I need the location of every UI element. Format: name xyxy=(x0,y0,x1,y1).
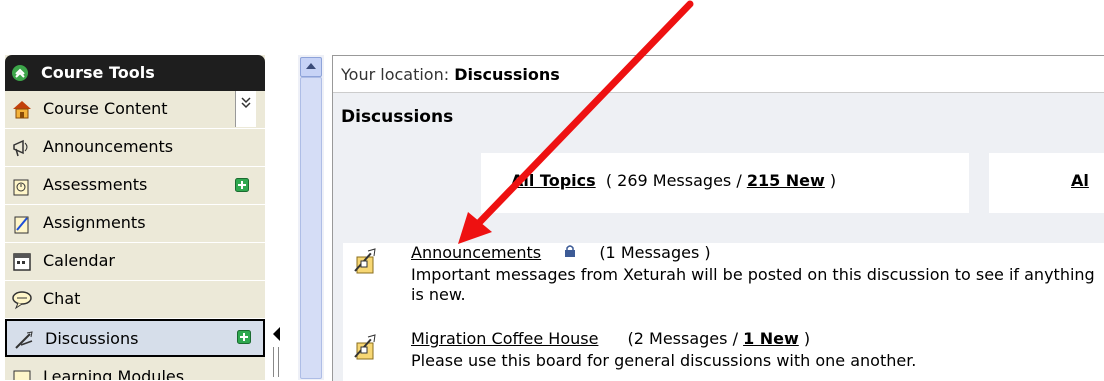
list-item: Migration Coffee House (2 Messages / 1 N… xyxy=(343,329,1104,381)
breadcrumb-prefix: Your location: xyxy=(341,65,450,84)
main-content-panel: Your location: Discussions Discussions A… xyxy=(332,55,1104,381)
vertical-scrollbar[interactable] xyxy=(298,55,324,380)
forum-description: Important messages from Xeturah will be … xyxy=(411,265,1095,304)
all-topics-new-link[interactable]: 215 New xyxy=(747,171,825,190)
sidebar-item-discussions[interactable]: Discussions xyxy=(5,319,265,357)
sidebar-item-learning-modules[interactable]: Learning Modules xyxy=(5,359,265,380)
sidebar-item-assessments[interactable]: Assessments xyxy=(5,167,265,205)
forum-message-count: (2 Messages / xyxy=(627,329,738,348)
module-icon xyxy=(11,367,33,380)
second-summary-tab: Al xyxy=(989,153,1104,213)
sidebar-item-announcements[interactable]: Announcements xyxy=(5,129,265,167)
sidebar-item-assignments[interactable]: Assignments xyxy=(5,205,265,243)
sidebar-item-calendar[interactable]: Calendar xyxy=(5,243,265,281)
all-topics-summary: All Topics ( 269 Messages / 215 New ) xyxy=(481,153,969,213)
scroll-up-button[interactable] xyxy=(300,57,322,77)
collapse-left-arrow-icon[interactable] xyxy=(273,327,280,341)
breadcrumb: Your location: Discussions xyxy=(333,56,1104,93)
second-tab-link[interactable]: Al xyxy=(1071,171,1089,190)
discussions-content: Discussions All Topics ( 269 Messages / … xyxy=(333,93,1104,381)
forum-discussion-icon xyxy=(351,333,379,367)
calendar-icon xyxy=(11,251,33,277)
scroll-thumb[interactable] xyxy=(300,77,322,379)
new-item-badge-icon xyxy=(237,329,251,348)
discussion-icon xyxy=(13,329,35,355)
chat-bubble-icon xyxy=(11,289,33,315)
expand-menu-button[interactable] xyxy=(235,91,256,127)
splitter-grip[interactable] xyxy=(273,347,279,377)
forum-count-close: ) xyxy=(803,329,811,348)
forum-title-link[interactable]: Migration Coffee House xyxy=(411,329,598,348)
megaphone-icon xyxy=(11,137,33,163)
assessment-icon xyxy=(11,175,33,201)
sidebar-item-course-content[interactable]: Course Content xyxy=(5,91,265,129)
course-tools-header[interactable]: Course Tools xyxy=(5,55,265,91)
sidebar-item-chat[interactable]: Chat xyxy=(5,281,265,319)
new-item-badge-icon xyxy=(235,177,249,196)
course-tools-title: Course Tools xyxy=(41,63,155,82)
page-title: Discussions xyxy=(341,107,454,127)
all-topics-link[interactable]: All Topics xyxy=(511,171,596,190)
forum-title-link[interactable]: Announcements xyxy=(411,243,541,262)
home-icon xyxy=(11,99,33,123)
course-tools-sidebar: Course Tools Course Content Announcement… xyxy=(5,55,265,380)
forum-list: Announcements (1 Messages ) Important me… xyxy=(343,243,1104,381)
assignment-icon xyxy=(11,213,33,239)
panel-splitter[interactable] xyxy=(265,55,297,380)
list-item: Announcements (1 Messages ) Important me… xyxy=(343,243,1104,313)
forum-new-link[interactable]: 1 New xyxy=(743,329,799,348)
lock-icon xyxy=(564,243,581,262)
forum-message-count: (1 Messages ) xyxy=(599,243,711,262)
breadcrumb-current: Discussions xyxy=(454,65,560,84)
all-topics-count: ( 269 Messages / xyxy=(605,171,742,190)
forum-description: Please use this board for general discus… xyxy=(411,351,917,370)
all-topics-close: ) xyxy=(829,171,837,190)
collapse-chevron-icon[interactable] xyxy=(11,64,29,86)
forum-discussion-icon xyxy=(351,247,379,281)
